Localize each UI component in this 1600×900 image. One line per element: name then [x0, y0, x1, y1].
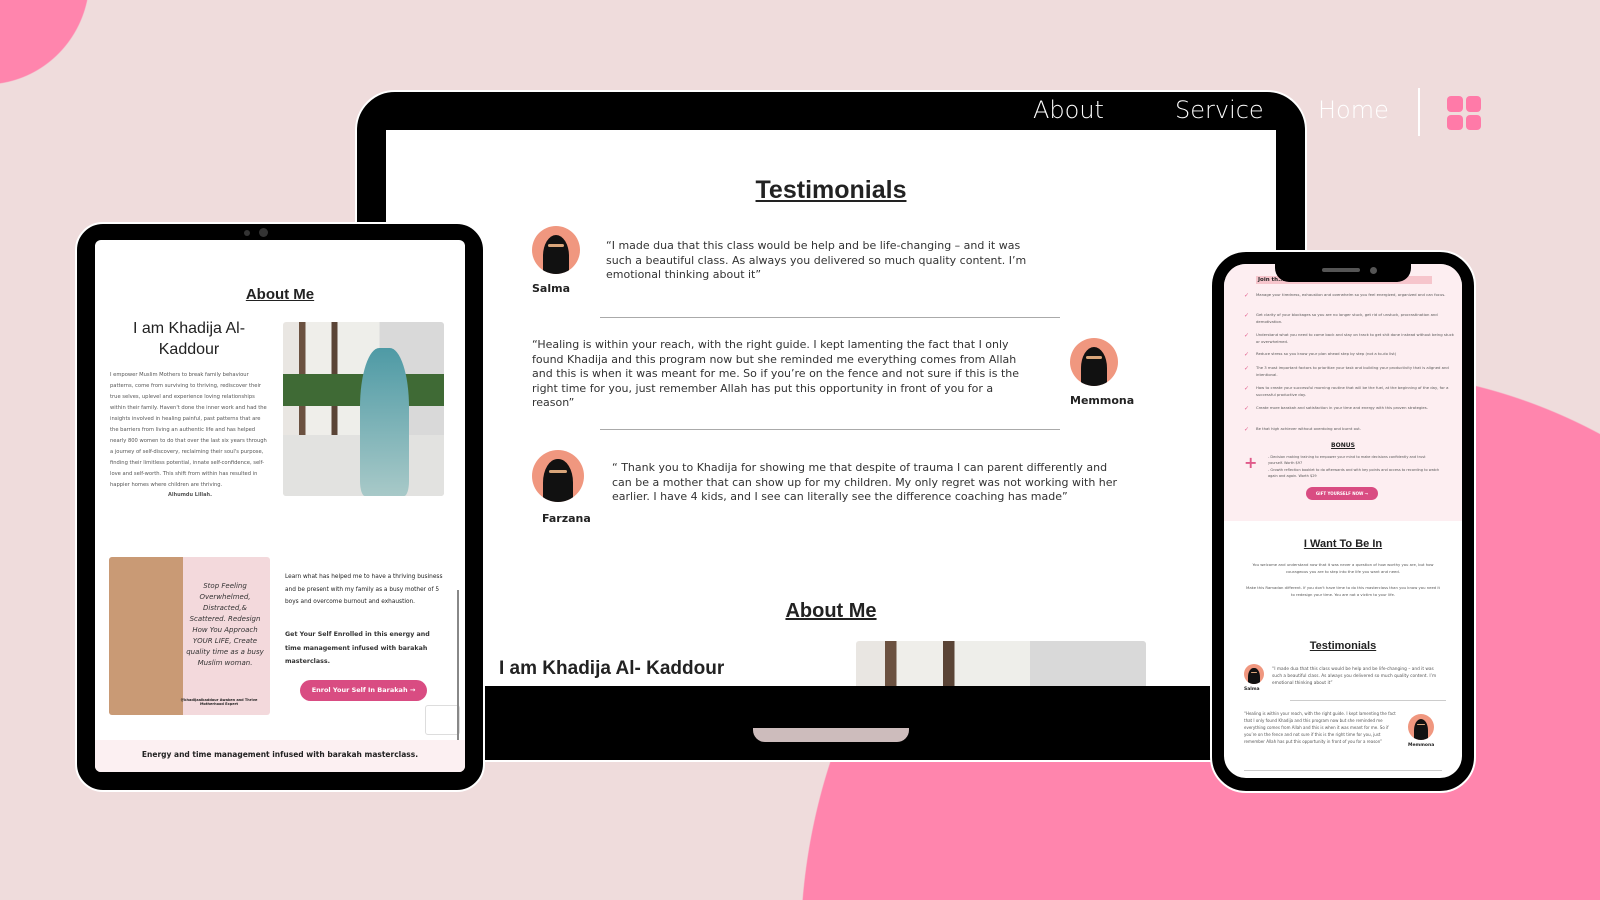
avatar [532, 226, 580, 274]
testimonial-quote: “I made dua that this class would be hel… [606, 239, 1027, 281]
poster-text: Stop Feeling Overwhelmed, Distracted,& S… [186, 582, 264, 667]
benefit-item: ✓ Get clarity of your blockages so you ar… [1244, 312, 1456, 325]
masterclass-poster: Stop Feeling Overwhelmed, Distracted,& S… [109, 557, 270, 715]
testimonial-name: Farzana [542, 512, 591, 525]
testimonial-quote: “Healing is within your reach, with the … [1244, 711, 1396, 744]
recaptcha-badge [425, 705, 460, 735]
testimonial-name: Memmona [1408, 743, 1435, 748]
learn-text: Learn what has helped me to have a thriv… [285, 574, 443, 605]
avatar [1408, 714, 1434, 740]
camera-icon [1370, 267, 1377, 274]
bio-end: Alhumdu Lillah. [168, 492, 212, 498]
about-heading: I am Khadija Al- Kaddour [499, 658, 725, 679]
gift-button[interactable]: GIFT YOURSELF NOW → [1306, 487, 1378, 500]
avatar [1244, 664, 1264, 684]
benefit-text: Manage your tiredness, exhaustion and ov… [1256, 292, 1446, 297]
about-photo [856, 641, 1146, 686]
avatar [1070, 338, 1118, 386]
testimonial-quote: “ Thank you to Khadija for showing me th… [612, 461, 1118, 503]
benefit-item: ✓ Manage your tiredness, exhaustion and o… [1244, 292, 1456, 299]
scrollbar[interactable] [457, 590, 459, 740]
want-paragraph: Make this Ramadan different. If you don'… [1246, 585, 1440, 597]
check-circle-icon: ✓ [1244, 385, 1250, 392]
benefit-text: Get clarity of your blockages so you are… [1256, 312, 1438, 324]
about-heading: I am Khadija Al-Kaddour [132, 320, 246, 358]
divider [600, 429, 1060, 430]
nav-about[interactable]: About [1033, 96, 1104, 124]
nav-divider [1418, 88, 1420, 136]
benefit-text: Reduce stress so you know your plan ahea… [1256, 351, 1397, 356]
about-title: About Me [785, 600, 877, 622]
check-circle-icon: ✓ [1244, 312, 1250, 319]
check-circle-icon: ✓ [1244, 426, 1250, 433]
benefit-text: Create more barakah and satisfaction in … [1256, 405, 1428, 410]
benefit-text: Understand what you need to come back an… [1256, 332, 1454, 344]
benefit-item: ✓ Create more barakah and satisfaction in… [1244, 405, 1456, 412]
benefit-text: Be that high achiever without overdoing … [1256, 426, 1361, 431]
testimonial-quote: “I made dua that this class would be hel… [1272, 667, 1437, 686]
monitor-stand [753, 728, 909, 742]
check-circle-icon: ✓ [1244, 292, 1250, 299]
benefit-item: ✓ The 3 most important factors to priorit… [1244, 365, 1456, 378]
poster-caption: @khadijaalkaddour Awaken and Thrive Moth… [180, 698, 258, 706]
want-title: I Want To Be In [1303, 538, 1383, 550]
tablet-screen: About Me I am Khadija Al-Kaddour I empow… [95, 240, 465, 772]
enrol-text: Get Your Self Enrolled in this energy an… [285, 631, 430, 665]
benefit-item: ✓ How to create your successful morning r… [1244, 385, 1456, 398]
monitor-chin [486, 686, 1207, 728]
testimonial-name: Salma [532, 282, 571, 295]
check-circle-icon: ✓ [1244, 332, 1250, 339]
bonus-item: - Decision making training to empower yo… [1268, 455, 1426, 465]
testimonial-quote: “Healing is within your reach, with the … [532, 338, 1020, 409]
speaker-icon [1322, 268, 1360, 272]
grid-icon[interactable] [1447, 96, 1481, 130]
testimonial-name: Memmona [1070, 394, 1135, 407]
nav-home[interactable]: Home [1318, 96, 1389, 124]
bonus-item: - Growth reflection booklet to do afterw… [1268, 468, 1440, 478]
camera-icon [259, 228, 268, 237]
benefit-text: How to create your successful morning ro… [1256, 385, 1449, 397]
phone-notch [1275, 262, 1411, 282]
decor-circle [0, 0, 90, 85]
about-title: About Me [245, 286, 315, 303]
benefit-item: ✓ Be that high achiever without overdoing… [1244, 426, 1456, 433]
want-paragraph: You welcome and understand now that it w… [1252, 562, 1434, 574]
testimonials-title: Testimonials [1309, 640, 1377, 652]
check-circle-icon: ✓ [1244, 351, 1250, 358]
divider [600, 317, 1060, 318]
testimonials-title: Testimonials [755, 176, 907, 204]
benefit-item: ✓ Understand what you need to come back a… [1244, 332, 1456, 345]
check-circle-icon: ✓ [1244, 405, 1250, 412]
footer-banner: Energy and time management infused with … [95, 740, 465, 772]
benefit-text: The 3 most important factors to prioriti… [1256, 365, 1449, 377]
desktop-screen: Testimonials Salma “I made dua that this… [386, 130, 1276, 686]
enrol-button[interactable]: Enrol Your Self In Barakah → [300, 680, 427, 701]
testimonial-name: Salma [1244, 687, 1260, 692]
about-photo [283, 322, 444, 496]
camera-icon [244, 230, 250, 236]
nav-service[interactable]: Service [1175, 96, 1264, 124]
bonus-title: BONUS [1331, 442, 1355, 449]
phone-screen: Join th... How to ✓Manage your tiredness… [1224, 264, 1462, 778]
check-circle-icon: ✓ [1244, 365, 1250, 372]
benefit-item: ✓ Reduce stress so you know your plan ahe… [1244, 351, 1456, 358]
plus-icon: + [1244, 453, 1258, 472]
bio-text: I empower Muslim Mothers to break family… [110, 372, 267, 488]
avatar [532, 450, 584, 502]
